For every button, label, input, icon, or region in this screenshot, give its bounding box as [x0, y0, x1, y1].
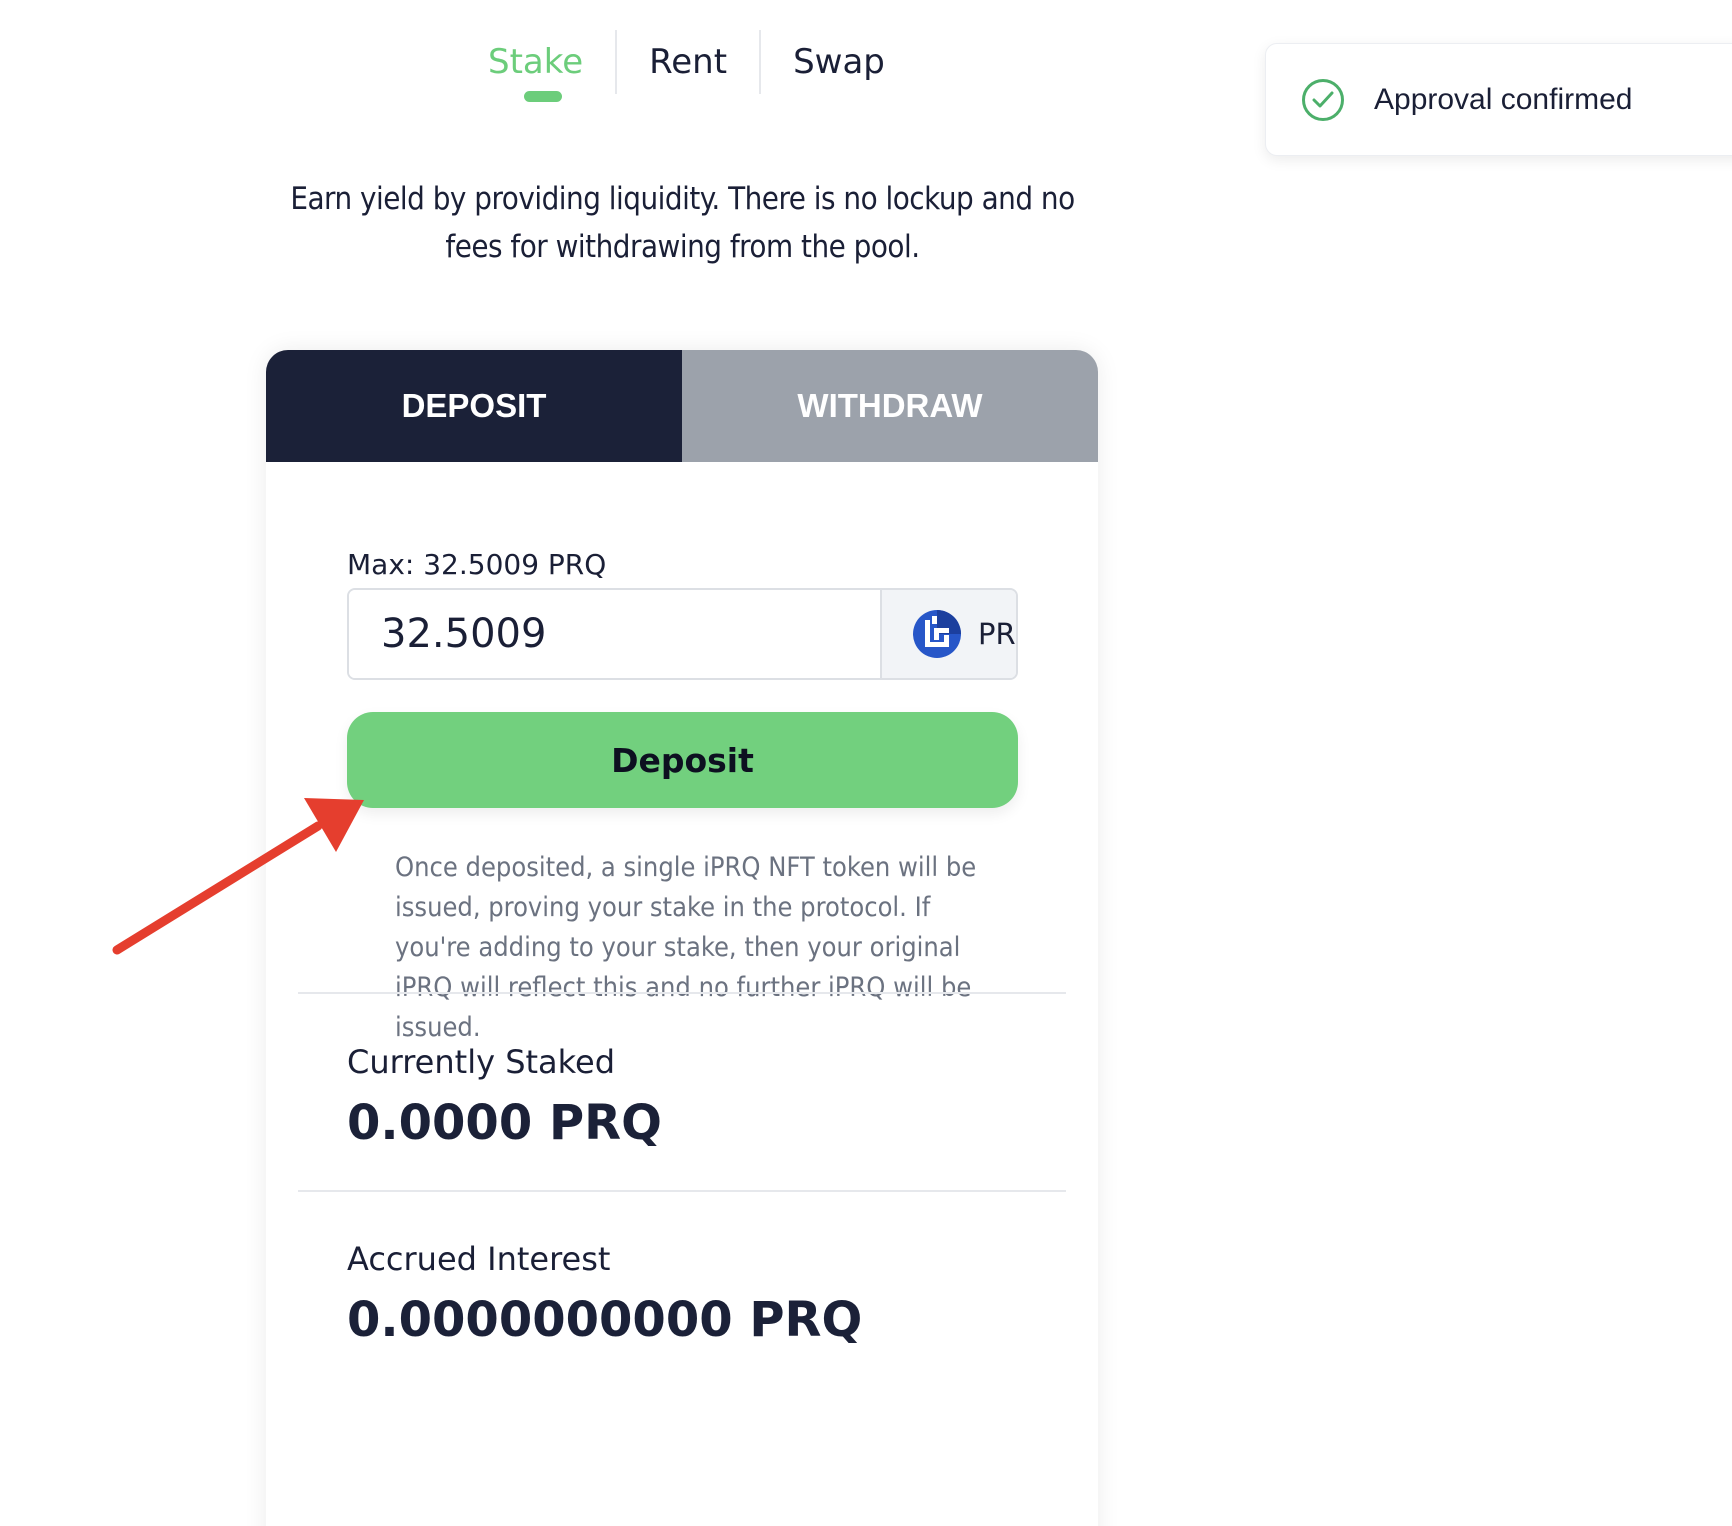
page-description: Earn yield by providing liquidity. There… [290, 181, 1075, 265]
prq-coin-icon [913, 610, 961, 658]
currently-staked-label: Currently Staked [347, 1043, 616, 1081]
card-tabs: DEPOSIT WITHDRAW [266, 350, 1098, 462]
nav-tab-rent[interactable]: Rent [617, 30, 759, 100]
divider [298, 992, 1066, 994]
nav-tab-stake[interactable]: Stake [470, 30, 615, 102]
tab-deposit[interactable]: DEPOSIT [266, 350, 682, 462]
tab-deposit-label: DEPOSIT [401, 387, 547, 424]
nav-tab-swap-label: Swap [793, 42, 885, 82]
accrued-interest-label: Accrued Interest [347, 1240, 611, 1278]
amount-input-group: PRQ [347, 588, 1018, 680]
nav-tab-stake-label: Stake [488, 42, 584, 82]
divider [298, 1190, 1066, 1192]
deposit-note: Once deposited, a single iPRQ NFT token … [395, 852, 977, 1043]
accrued-interest-value: 0.0000000000 PRQ [347, 1292, 863, 1348]
max-amount-label[interactable]: Max: 32.5009 PRQ [347, 548, 606, 581]
toast-message: Approval confirmed [1374, 82, 1633, 116]
amount-input[interactable] [349, 590, 880, 678]
tab-withdraw[interactable]: WITHDRAW [682, 350, 1098, 462]
tab-withdraw-label: WITHDRAW [797, 387, 983, 424]
active-tab-indicator [523, 91, 562, 102]
currently-staked-value: 0.0000 PRQ [347, 1095, 662, 1151]
nav-tab-swap[interactable]: Swap [761, 30, 917, 100]
check-circle-icon [1302, 78, 1344, 121]
nav-tab-rent-label: Rent [649, 42, 728, 82]
deposit-button[interactable]: Deposit [347, 712, 1018, 808]
approval-toast[interactable]: Approval confirmed [1265, 43, 1732, 156]
stake-card: DEPOSIT WITHDRAW Max: 32.5009 PRQ PRQ De… [266, 350, 1098, 1526]
token-symbol: PRQ [978, 617, 1016, 651]
top-nav: Stake Rent Swap [470, 30, 917, 102]
token-selector: PRQ [880, 590, 1016, 678]
